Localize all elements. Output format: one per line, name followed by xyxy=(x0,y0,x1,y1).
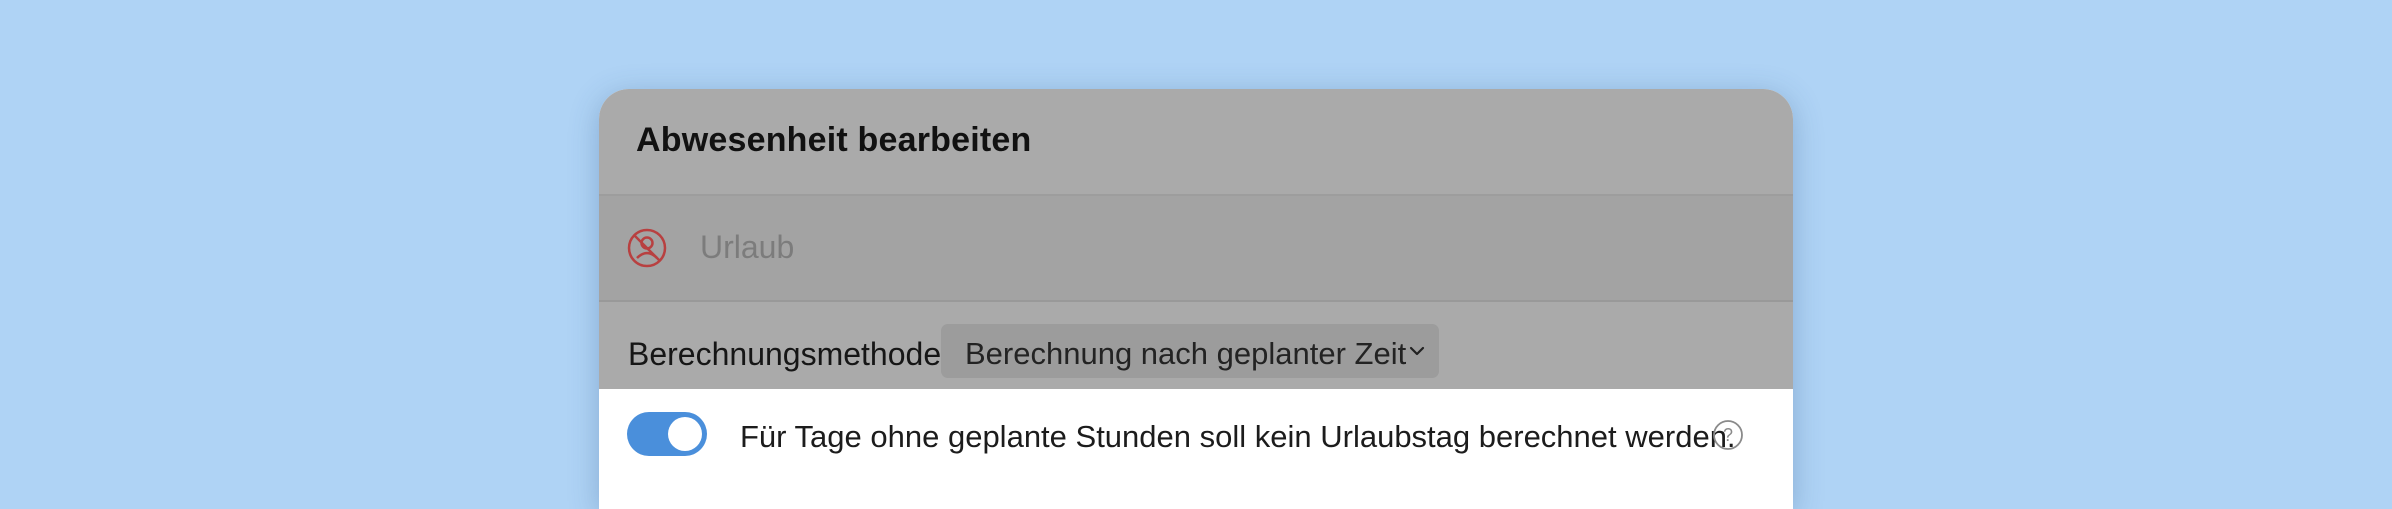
calculation-method-label: Berechnungsmethode xyxy=(628,336,942,372)
person-crossed-icon xyxy=(627,228,667,268)
absence-type-label: Urlaub xyxy=(700,229,795,265)
no-planned-hours-toggle[interactable] xyxy=(627,412,707,456)
no-planned-hours-label: Für Tage ohne geplante Stunden soll kein… xyxy=(740,419,1736,454)
chevron-down-icon xyxy=(1409,346,1425,356)
help-icon[interactable]: ? xyxy=(1712,419,1744,451)
edit-absence-dialog: Abwesenheit bearbeiten Urlaub Berechnung… xyxy=(599,89,1793,509)
toggle-knob xyxy=(668,417,702,451)
no-planned-hours-row: Für Tage ohne geplante Stunden soll kein… xyxy=(599,389,1793,509)
dialog-title: Abwesenheit bearbeiten xyxy=(636,121,1032,159)
calculation-method-value: Berechnung nach geplanter Zeit xyxy=(965,336,1407,371)
absence-type-row[interactable]: Urlaub xyxy=(599,196,1793,302)
dialog-header: Abwesenheit bearbeiten xyxy=(599,89,1793,196)
svg-text:?: ? xyxy=(1723,425,1733,445)
calculation-method-row: Berechnungsmethode Berechnung nach gepla… xyxy=(599,302,1793,389)
calculation-method-select[interactable]: Berechnung nach geplanter Zeit xyxy=(941,324,1439,378)
